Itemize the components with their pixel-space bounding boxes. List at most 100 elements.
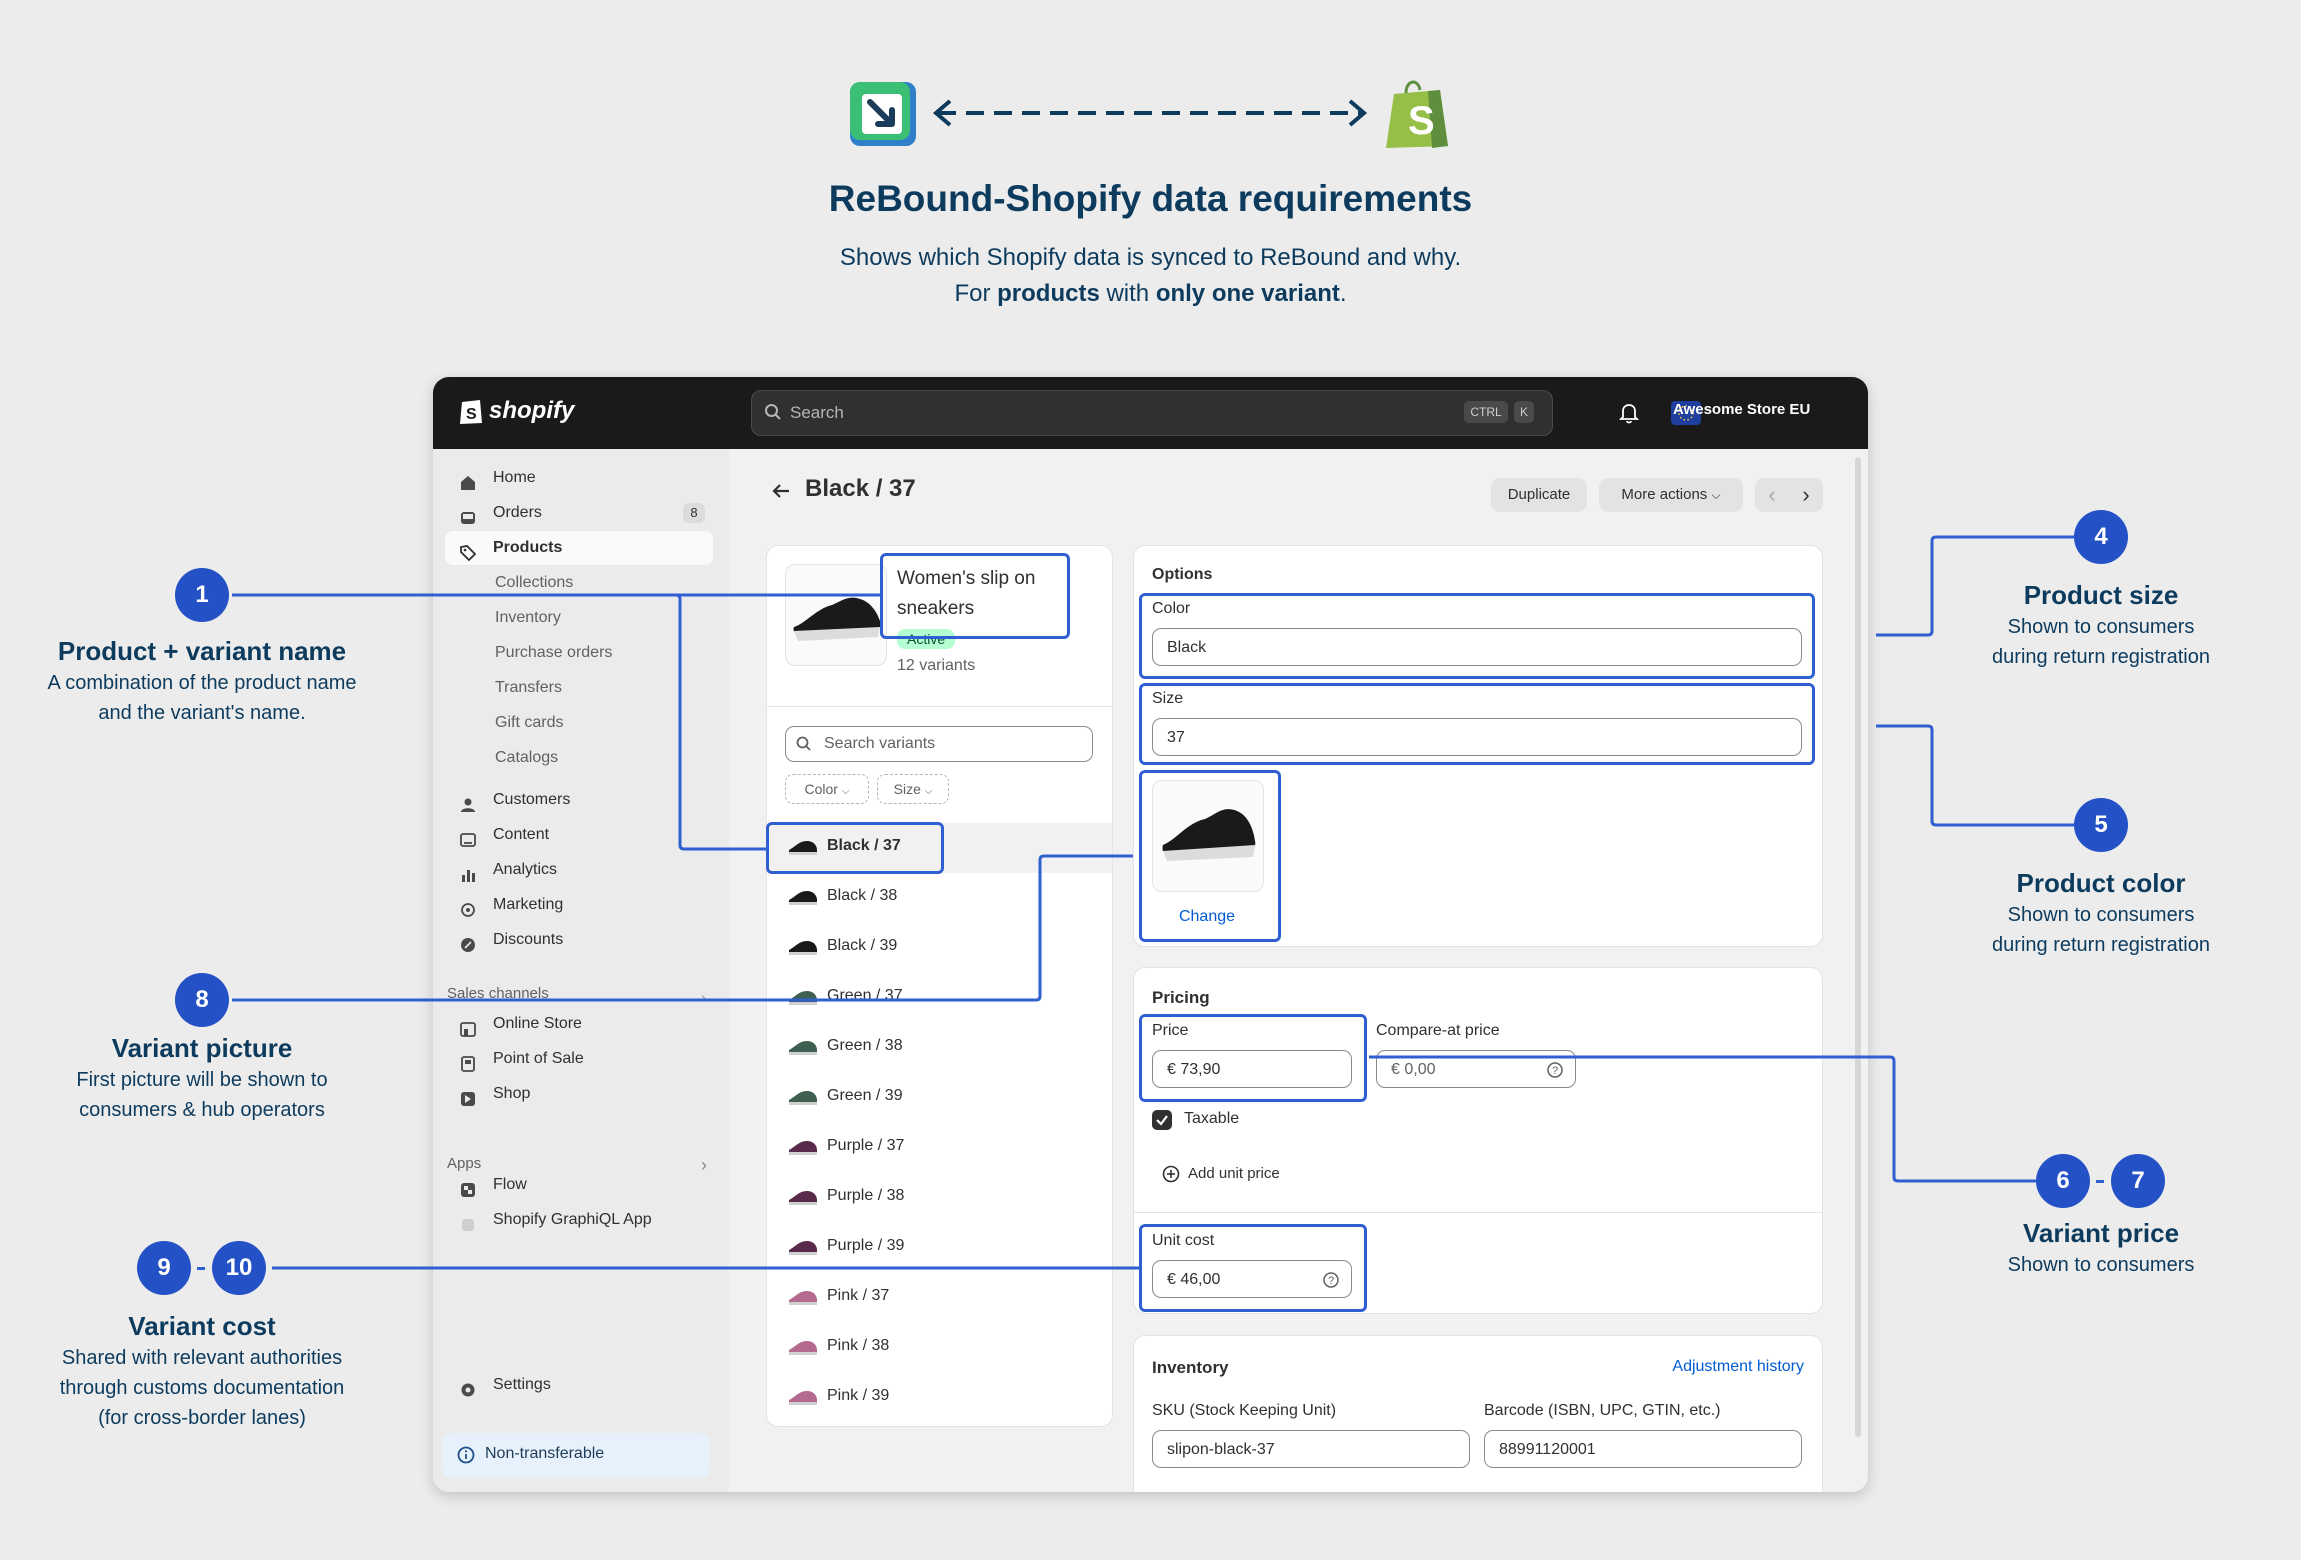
- home-icon: [460, 470, 476, 490]
- badge-6: 6: [2036, 1154, 2090, 1208]
- variant-row[interactable]: Purple / 37: [767, 1123, 1112, 1173]
- variant-label: Purple / 38: [827, 1187, 905, 1204]
- add-unit-price-button[interactable]: Add unit price: [1188, 1165, 1280, 1182]
- highlight-color-field: [1139, 593, 1815, 679]
- badge-9: 9: [137, 1241, 191, 1295]
- inventory-title: Inventory: [1152, 1358, 1229, 1377]
- chevron-right-icon[interactable]: ›: [701, 989, 706, 1005]
- variant-label: Purple / 39: [827, 1237, 905, 1254]
- variant-row[interactable]: Black / 38: [767, 873, 1112, 923]
- svg-text:S: S: [466, 406, 477, 423]
- variant-label: Green / 39: [827, 1087, 903, 1104]
- next-variant-button[interactable]: ›: [1789, 478, 1823, 512]
- pricing-title: Pricing: [1152, 988, 1210, 1007]
- variant-row[interactable]: Green / 39: [767, 1073, 1112, 1123]
- badge-connector: [2096, 1180, 2104, 1183]
- person-icon: [460, 792, 476, 812]
- sidebar: Home Orders 8 Products Collections Inven…: [433, 449, 729, 1492]
- discount-icon: [460, 932, 476, 952]
- variant-thumbnail: [787, 1087, 819, 1107]
- variant-thumbnail: [787, 937, 819, 957]
- nav-marketing[interactable]: Marketing: [445, 888, 713, 922]
- global-search-input[interactable]: Search CTRL K: [751, 390, 1553, 436]
- bell-icon[interactable]: [1618, 402, 1640, 429]
- store-name[interactable]: Awesome Store EU: [1673, 401, 1810, 418]
- annotation-8-title: Variant picture: [111, 1033, 293, 1063]
- pos-icon: [460, 1051, 476, 1072]
- variant-label: Pink / 39: [827, 1387, 890, 1404]
- nav-shop[interactable]: Shop: [445, 1077, 713, 1111]
- variant-row[interactable]: Purple / 39: [767, 1223, 1112, 1273]
- shopify-admin-window: S shopify Search CTRL K Awesome Store EU…: [433, 377, 1868, 1492]
- nav-flow[interactable]: Flow: [445, 1168, 713, 1202]
- taxable-checkbox[interactable]: [1152, 1110, 1172, 1130]
- barcode-field[interactable]: 88991120001: [1484, 1430, 1802, 1468]
- highlight-unit-cost-field: [1139, 1224, 1367, 1312]
- search-variants-input[interactable]: Search variants: [785, 726, 1093, 762]
- sku-field[interactable]: slipon-black-37: [1152, 1430, 1470, 1468]
- adjustment-history-link[interactable]: Adjustment history: [1672, 1358, 1804, 1376]
- filter-color-button[interactable]: Color ⌵: [785, 774, 869, 804]
- plus-circle-icon[interactable]: [1162, 1165, 1180, 1188]
- nav-orders[interactable]: Orders 8: [445, 496, 713, 530]
- nav-point-of-sale[interactable]: Point of Sale: [445, 1042, 713, 1076]
- nav-catalogs[interactable]: Catalogs: [495, 749, 558, 767]
- shop-icon: [460, 1086, 476, 1106]
- orders-count-badge: 8: [683, 503, 705, 523]
- back-arrow-icon[interactable]: [771, 482, 791, 505]
- options-title: Options: [1152, 566, 1213, 583]
- nav-online-store[interactable]: Online Store: [445, 1007, 713, 1041]
- annotation-67-title: Variant price: [2022, 1218, 2180, 1248]
- non-transferable-banner[interactable]: Non-transferable: [443, 1433, 709, 1477]
- annotation-1-title: Product + variant name: [57, 636, 347, 666]
- nav-graphiql[interactable]: Shopify GraphiQL App: [445, 1203, 713, 1237]
- nav-discounts[interactable]: Discounts: [445, 923, 713, 957]
- highlight-size-field: [1139, 683, 1815, 765]
- variant-row[interactable]: Pink / 38: [767, 1323, 1112, 1373]
- compare-at-price-label: Compare-at price: [1376, 1022, 1500, 1039]
- nav-inventory[interactable]: Inventory: [495, 609, 561, 627]
- annotation-910-title: Variant cost: [128, 1311, 276, 1341]
- annotation-8-desc: First picture will be shown to consumers …: [76, 1069, 328, 1121]
- variant-row[interactable]: Purple / 38: [767, 1173, 1112, 1223]
- variant-row[interactable]: Green / 37: [767, 973, 1112, 1023]
- nav-collections[interactable]: Collections: [495, 574, 573, 592]
- app-icon: [460, 1212, 476, 1231]
- filter-size-button[interactable]: Size ⌵: [877, 774, 949, 804]
- subtitle-line-2: For products with only one variant.: [954, 280, 1347, 307]
- variant-row[interactable]: Pink / 37: [767, 1273, 1112, 1323]
- duplicate-button[interactable]: Duplicate: [1491, 478, 1587, 512]
- variant-row[interactable]: Green / 38: [767, 1023, 1112, 1073]
- nav-analytics[interactable]: Analytics: [445, 853, 713, 887]
- more-actions-button[interactable]: More actions ⌵: [1599, 478, 1743, 512]
- nav-products[interactable]: Products: [445, 531, 713, 565]
- nav-purchase-orders[interactable]: Purchase orders: [495, 644, 612, 662]
- annotation-67-desc: Shown to consumers: [2007, 1254, 2195, 1276]
- variant-thumbnail: [787, 887, 819, 907]
- nav-transfers[interactable]: Transfers: [495, 679, 562, 697]
- info-icon: [457, 1446, 475, 1469]
- nav-home[interactable]: Home: [445, 461, 713, 495]
- subtitle-line-1: Shows which Shopify data is synced to Re…: [839, 244, 1462, 271]
- chevron-down-icon: ⌵: [924, 786, 933, 797]
- search-icon: [764, 403, 782, 426]
- nav-content[interactable]: Content: [445, 818, 713, 852]
- search-placeholder: Search: [790, 403, 844, 422]
- nav-gift-cards[interactable]: Gift cards: [495, 714, 563, 732]
- previous-variant-button[interactable]: ‹: [1755, 478, 1789, 512]
- nav-customers[interactable]: Customers: [445, 783, 713, 817]
- inventory-card: Inventory Adjustment history SKU (Stock …: [1133, 1335, 1823, 1492]
- variant-row[interactable]: Pink / 39: [767, 1373, 1112, 1423]
- section-sales-channels[interactable]: Sales channels: [447, 985, 549, 1002]
- variant-label: Green / 38: [827, 1037, 903, 1054]
- shopify-wordmark[interactable]: shopify: [489, 397, 574, 425]
- variant-row[interactable]: Black / 39: [767, 923, 1112, 973]
- rebound-logo: [848, 80, 918, 148]
- variant-thumbnail: [787, 1037, 819, 1057]
- nav-settings[interactable]: Settings: [445, 1368, 713, 1402]
- variant-label: Pink / 38: [827, 1337, 890, 1354]
- scrollbar[interactable]: [1855, 457, 1861, 1437]
- barcode-label: Barcode (ISBN, UPC, GTIN, etc.): [1484, 1402, 1721, 1419]
- flow-icon: [460, 1177, 476, 1197]
- variant-thumbnail: [787, 1187, 819, 1207]
